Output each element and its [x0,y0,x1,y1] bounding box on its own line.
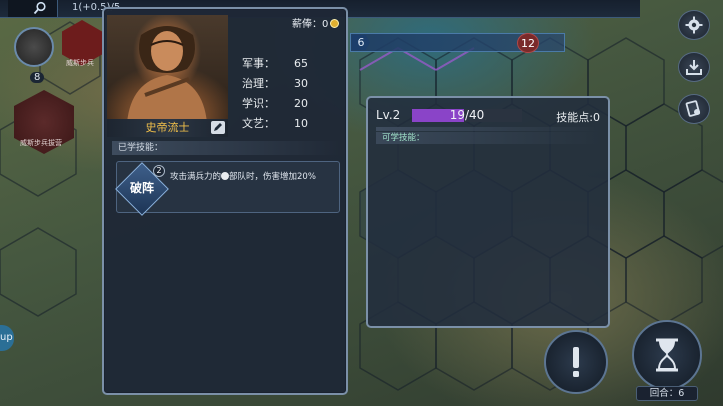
stat-label: 军事： [242,57,275,70]
level-label: Lv.2 [376,108,401,122]
card-tools-button[interactable] [678,94,710,124]
enemy-camp-label: 威斯步兵拔营 [20,139,62,147]
exclamation-icon [573,347,579,377]
round-counter: 回合：6 [636,386,698,401]
general-name: 史帝流士 [107,119,228,137]
general-portrait [107,15,228,123]
skill-desc-part1: 攻击满兵力的 [170,172,222,182]
round-label: 回合： [649,388,679,399]
learnable-skills-header: 可学技能： [376,132,600,144]
learned-skills-header: 已学技能： [112,141,340,155]
warrior-portrait-image [127,26,207,123]
xp-text: 19/40 [449,108,485,122]
unit-count-badge: 8 [30,72,45,83]
skill-name: 破阵 [129,181,154,195]
search-button[interactable] [8,0,58,17]
skill-level-badge: 2 [153,165,165,177]
gear-icon [685,16,703,34]
general-token[interactable] [14,27,54,67]
stat-value: 65 [294,56,308,70]
level-panel: Lv.2 19/40 技能点:0 可学技能： [366,96,610,328]
stat-value: 20 [294,96,308,110]
end-turn-button[interactable] [632,320,702,390]
search-icon [33,1,46,15]
alert-button[interactable] [544,330,608,394]
skill-description: 攻击满兵力的 部队时，伤害增加20% [170,171,316,184]
general-stats: 军事： 65 治理： 30 学识： 20 文艺： 10 [242,53,308,133]
card-gear-icon [685,100,701,117]
stat-row-knowledge: 学识： 20 [242,93,308,113]
rename-button[interactable] [211,121,225,134]
stat-row-military: 军事： 65 [242,53,308,73]
pencil-icon [214,123,222,131]
round-value: 6 [678,388,685,399]
xp-divider [376,127,600,131]
stat-value: 30 [294,76,308,90]
download-tray-icon [686,60,702,75]
skill-points: 技能点:0 [556,111,600,124]
turn-end-marker: 12 [517,33,539,53]
stat-row-governance: 治理： 30 [242,73,308,93]
salary-readout: 薪俸：0 [292,15,340,30]
general-detail-panel: 史帝流士 薪俸：0 军事： 65 治理： 30 学识： 20 文艺： 10 已学… [102,7,348,395]
settings-button[interactable] [678,10,710,40]
hourglass-icon [656,338,678,372]
enemy-unit-label: 威斯步兵 [66,59,94,67]
salary-value: 0 [322,19,329,30]
coin-icon [330,19,340,28]
save-button[interactable] [678,52,710,82]
full-troop-icon [221,172,230,180]
stat-label: 治理： [242,77,275,90]
stat-label: 文艺： [242,117,275,130]
stat-label: 学识： [242,97,275,110]
stat-row-arts: 文艺： 10 [242,113,308,133]
skill-card[interactable]: 破阵 2 攻击满兵力的 部队时，伤害增加20% [115,161,340,216]
skill-desc-part2: 部队时，伤害增加20% [229,172,316,182]
stat-value: 10 [294,116,308,130]
salary-label: 薪俸： [292,19,322,30]
